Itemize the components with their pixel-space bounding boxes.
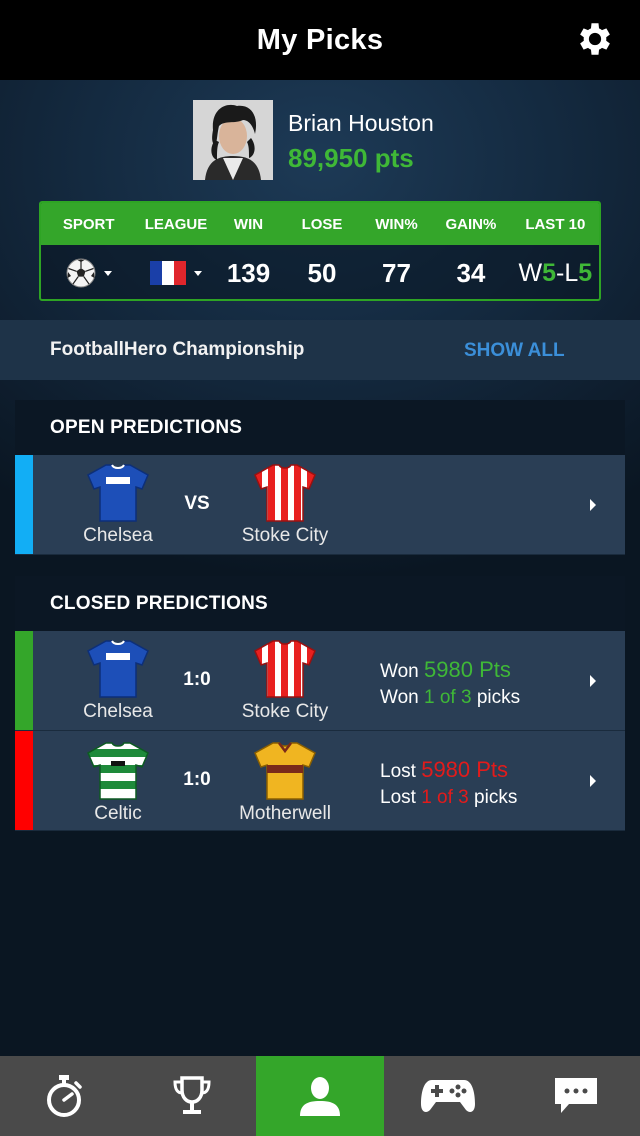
result-points: 5980 Pts bbox=[421, 757, 509, 782]
last10-l-value: 5 bbox=[578, 258, 593, 287]
closed-predictions-section: CLOSED PREDICTIONS Chelsea 1:0 Stoke Cit… bbox=[15, 576, 625, 831]
prediction-row[interactable]: Chelsea VS Stoke City bbox=[15, 455, 625, 555]
result-picks: 1 of 3 bbox=[421, 787, 469, 808]
championship-title: FootballHero Championship bbox=[50, 339, 305, 360]
trophy-icon bbox=[173, 1076, 211, 1114]
celtic-shirt-icon bbox=[87, 742, 149, 800]
result-picks-suffix: picks bbox=[474, 787, 518, 808]
header-bar: My Picks bbox=[0, 0, 640, 80]
closed-predictions-title: CLOSED PREDICTIONS bbox=[50, 592, 268, 614]
tab-chat[interactable] bbox=[512, 1056, 640, 1136]
stats-header-lose: LOSE bbox=[301, 215, 343, 233]
profile-name: Brian Houston bbox=[288, 110, 434, 136]
home-team-name: Chelsea bbox=[83, 525, 153, 546]
last10-separator: -L bbox=[556, 258, 579, 287]
tab-games[interactable] bbox=[384, 1056, 512, 1136]
open-predictions-title: OPEN PREDICTIONS bbox=[50, 416, 243, 438]
user-icon bbox=[300, 1077, 340, 1116]
motherwell-shirt-icon bbox=[254, 742, 316, 800]
last10-w-value: 5 bbox=[542, 258, 557, 287]
championship-bar: FootballHero Championship SHOW ALL bbox=[0, 320, 640, 380]
stat-win-pct: 77 bbox=[382, 257, 411, 288]
away-team-name: Stoke City bbox=[241, 525, 329, 546]
stats-header-last10: LAST 10 bbox=[525, 215, 586, 233]
result-picks: 1 of 3 bbox=[424, 687, 472, 708]
profile-points: 89,950 pts bbox=[288, 143, 414, 173]
away-team: Stoke City bbox=[215, 639, 355, 723]
stat-last10: W 5 -L 5 bbox=[512, 259, 599, 288]
stat-gain-pct: 34 bbox=[456, 257, 486, 288]
open-predictions-header: OPEN PREDICTIONS bbox=[15, 400, 625, 455]
away-team: Stoke City bbox=[215, 463, 355, 547]
soccer-ball-icon bbox=[66, 258, 96, 288]
chevron-right-icon bbox=[590, 675, 596, 687]
status-indicator bbox=[15, 631, 33, 730]
gear-icon[interactable] bbox=[574, 18, 616, 60]
stats-table: SPORT LEAGUE WIN LOSE WIN% GAIN% LAST 10 bbox=[39, 201, 601, 301]
stats-values-row: 139 50 77 34 W 5 -L 5 bbox=[41, 245, 599, 299]
gamepad-icon bbox=[421, 1080, 475, 1112]
tab-live[interactable] bbox=[0, 1056, 128, 1136]
open-predictions-section: OPEN PREDICTIONS Chelsea VS Stoke City bbox=[15, 400, 625, 555]
tab-profile[interactable] bbox=[256, 1056, 384, 1136]
prediction-row[interactable]: Chelsea 1:0 Stoke City Won 5980 Pts Won … bbox=[15, 631, 625, 731]
stoke-city-shirt-icon bbox=[254, 464, 316, 522]
chat-icon bbox=[555, 1078, 597, 1113]
sport-selector[interactable] bbox=[41, 258, 136, 288]
prediction-row[interactable]: Celtic 1:0 Motherwell Lost 5980 Pts Lost… bbox=[15, 731, 625, 831]
chelsea-shirt-icon bbox=[87, 640, 149, 698]
stats-header-sport: SPORT bbox=[62, 215, 115, 233]
prediction-result: Won 5980 Pts Won 1 of 3 picks bbox=[380, 657, 520, 711]
chevron-right-icon bbox=[590, 775, 596, 787]
result-label: Won bbox=[380, 661, 419, 682]
stats-header-league: LEAGUE bbox=[144, 215, 208, 233]
stats-header-win: WIN bbox=[233, 215, 264, 233]
result-points: 5980 Pts bbox=[424, 657, 511, 682]
status-indicator bbox=[15, 731, 33, 830]
chevron-down-icon bbox=[103, 270, 112, 276]
league-selector[interactable] bbox=[136, 261, 215, 285]
chelsea-shirt-icon bbox=[87, 464, 149, 522]
stopwatch-icon bbox=[47, 1075, 82, 1117]
away-team-name: Motherwell bbox=[239, 803, 331, 824]
tab-leaderboard[interactable] bbox=[128, 1056, 256, 1136]
france-flag-icon bbox=[150, 261, 187, 285]
stat-win: 139 bbox=[226, 257, 271, 288]
prediction-result: Lost 5980 Pts Lost 1 of 3 picks bbox=[380, 757, 517, 811]
result-label: Lost bbox=[380, 761, 416, 782]
result-label: Won bbox=[380, 687, 419, 708]
stat-lose: 50 bbox=[307, 257, 337, 288]
tab-bar bbox=[0, 1056, 640, 1136]
home-team-name: Celtic bbox=[94, 803, 142, 824]
away-team: Motherwell bbox=[215, 741, 355, 825]
stats-header-row: SPORT LEAGUE WIN LOSE WIN% GAIN% LAST 10 bbox=[41, 203, 599, 245]
last10-w-prefix: W bbox=[518, 258, 543, 287]
chevron-right-icon bbox=[590, 499, 596, 511]
result-label: Lost bbox=[380, 787, 416, 808]
avatar[interactable] bbox=[193, 100, 273, 180]
show-all-button[interactable]: SHOW ALL bbox=[464, 340, 565, 362]
stats-header-gain-pct: GAIN% bbox=[445, 215, 497, 233]
stoke-city-shirt-icon bbox=[254, 640, 316, 698]
result-picks-suffix: picks bbox=[476, 687, 521, 708]
page-title: My Picks bbox=[256, 23, 384, 56]
profile-summary: Brian Houston 89,950 pts bbox=[193, 100, 434, 180]
stats-header-win-pct: WIN% bbox=[375, 215, 418, 233]
closed-predictions-header: CLOSED PREDICTIONS bbox=[15, 576, 625, 631]
chevron-down-icon bbox=[194, 270, 203, 276]
home-team-name: Chelsea bbox=[83, 701, 153, 722]
status-indicator bbox=[15, 455, 33, 554]
away-team-name: Stoke City bbox=[241, 701, 329, 722]
